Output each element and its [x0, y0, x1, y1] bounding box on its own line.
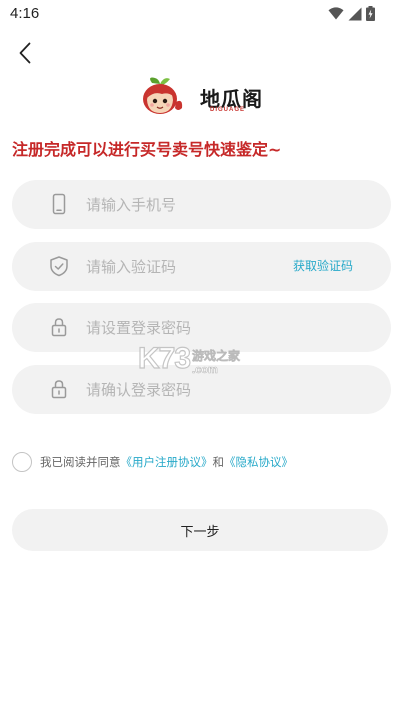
agreement-checkbox[interactable] [12, 452, 32, 472]
chevron-left-icon [19, 42, 31, 64]
get-code-button[interactable]: 获取验证码 [293, 257, 353, 274]
page-headline: 注册完成可以进行买号卖号快速鉴定~ [12, 140, 282, 159]
back-button[interactable] [12, 38, 38, 68]
user-agreement-link[interactable]: 《用户注册协议》 [121, 455, 213, 469]
phone-field[interactable] [12, 180, 391, 229]
logo-subtitle: DIGUAGE [210, 106, 246, 113]
agreement-row: 我已阅读并同意《用户注册协议》和《隐私协议》 [12, 452, 293, 472]
phone-input[interactable] [86, 180, 286, 229]
shield-icon [50, 256, 68, 277]
agreement-conjunction: 和 [212, 455, 225, 469]
watermark-logo: K73 游戏之家 .com [137, 341, 241, 377]
watermark-domain: .com [192, 364, 218, 377]
code-field[interactable]: 获取验证码 [12, 242, 391, 291]
app-logo: 地瓜阁 DIGUAGE [138, 76, 263, 118]
status-icons [328, 6, 375, 21]
signal-icon [348, 7, 362, 20]
status-bar: 4:16 [0, 0, 403, 28]
code-input[interactable] [86, 242, 286, 291]
watermark-cn: 游戏之家 [192, 349, 241, 364]
agreement-prefix: 我已阅读并同意 [40, 455, 121, 469]
next-button[interactable]: 下一步 [12, 509, 388, 551]
lock-icon [51, 380, 67, 399]
privacy-agreement-link[interactable]: 《隐私协议》 [224, 455, 293, 469]
agreement-text: 我已阅读并同意《用户注册协议》和《隐私协议》 [40, 454, 293, 470]
status-time: 4:16 [10, 5, 40, 22]
sweet-potato-mascot-icon [143, 77, 183, 114]
watermark-brand: K73 [137, 341, 191, 375]
battery-icon [366, 6, 375, 21]
phone-icon [52, 193, 66, 215]
wifi-icon [328, 7, 344, 20]
lock-icon [51, 318, 67, 337]
